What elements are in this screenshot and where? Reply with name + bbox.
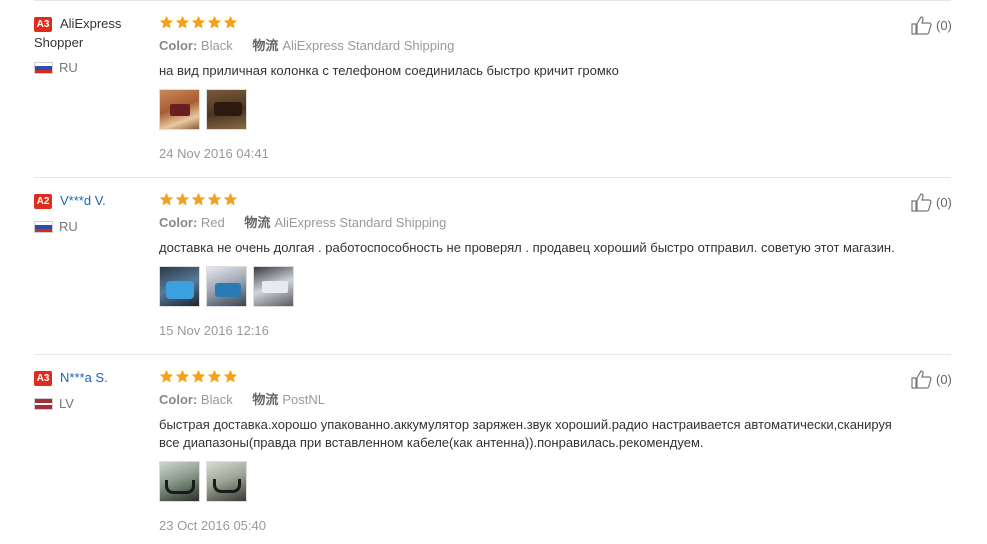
star-icon	[223, 15, 238, 29]
latvia-flag-icon	[34, 398, 53, 410]
star-icon	[223, 192, 238, 206]
russia-flag-icon	[34, 62, 53, 74]
color-label: Color:	[159, 215, 198, 230]
review-date: 24 Nov 2016 04:41	[159, 146, 269, 161]
review-photo-thumbnail[interactable]	[159, 266, 200, 307]
review-photo-thumbnail[interactable]	[253, 266, 294, 307]
order-info: Color: Red 物流 AliExpress Standard Shippin…	[159, 215, 446, 231]
review-photo-thumbnail[interactable]	[206, 266, 247, 307]
thumbs-up-icon[interactable]	[911, 15, 933, 35]
order-info: Color: Black 物流 AliExpress Standard Shipp…	[159, 38, 454, 54]
star-icon	[159, 369, 174, 383]
star-icon	[191, 192, 206, 206]
buyer-name-continued: Shopper	[34, 35, 84, 50]
buyer-country: RU	[59, 219, 78, 234]
review-photo-thumbnail[interactable]	[159, 461, 200, 502]
review-photo-thumbnail[interactable]	[206, 461, 247, 502]
star-icon	[207, 15, 222, 29]
logistics-label: 物流	[252, 392, 279, 407]
buyer-level-badge: A3	[34, 371, 52, 386]
buyer-country: RU	[59, 60, 78, 75]
logistics-value: AliExpress Standard Shipping	[274, 215, 447, 230]
star-icon	[159, 15, 174, 29]
color-value: Black	[200, 38, 233, 53]
star-icon	[191, 15, 206, 29]
review-text: на вид приличная колонка с телефоном сое…	[159, 63, 619, 78]
buyer-level-badge: A3	[34, 17, 52, 32]
review-photos	[159, 266, 294, 307]
thumbs-up-icon[interactable]	[911, 369, 933, 389]
review-text-line: все диапазоны(правда при вставленном каб…	[159, 435, 704, 450]
color-label: Color:	[159, 38, 198, 53]
star-icon	[191, 369, 206, 383]
star-icon	[223, 369, 238, 383]
star-rating	[159, 192, 238, 210]
review-photo-thumbnail[interactable]	[206, 89, 247, 130]
buyer-name: AliExpress	[60, 16, 122, 31]
logistics-label: 物流	[244, 215, 271, 230]
buyer-name-link[interactable]: V***d V.	[60, 192, 106, 210]
helpful-count: (0)	[936, 194, 952, 210]
logistics-label: 物流	[252, 38, 279, 53]
star-rating	[159, 369, 238, 387]
review-date: 15 Nov 2016 12:16	[159, 323, 269, 338]
divider	[34, 177, 951, 178]
review-photos	[159, 89, 247, 130]
star-icon	[207, 369, 222, 383]
star-icon	[207, 192, 222, 206]
color-label: Color:	[159, 392, 198, 407]
buyer-name-link[interactable]: N***a S.	[60, 369, 108, 387]
divider	[34, 0, 951, 1]
helpful-vote[interactable]: (0)	[911, 369, 952, 389]
thumbs-up-icon[interactable]	[911, 192, 933, 212]
star-rating	[159, 15, 238, 33]
star-icon	[175, 369, 190, 383]
helpful-count: (0)	[936, 17, 952, 33]
order-info: Color: Black 物流 PostNL	[159, 392, 325, 408]
review-text: доставка не очень долгая . работоспособн…	[159, 240, 895, 255]
star-icon	[175, 192, 190, 206]
helpful-vote[interactable]: (0)	[911, 15, 952, 35]
russia-flag-icon	[34, 221, 53, 233]
logistics-value: PostNL	[282, 392, 325, 407]
buyer-country: LV	[59, 396, 74, 411]
review-date: 23 Oct 2016 05:40	[159, 518, 266, 533]
helpful-vote[interactable]: (0)	[911, 192, 952, 212]
buyer-level-badge: A2	[34, 194, 52, 209]
helpful-count: (0)	[936, 371, 952, 387]
star-icon	[159, 192, 174, 206]
color-value: Black	[200, 392, 233, 407]
color-value: Red	[200, 215, 225, 230]
review-photos	[159, 461, 247, 502]
star-icon	[175, 15, 190, 29]
review-photo-thumbnail[interactable]	[159, 89, 200, 130]
divider	[34, 354, 951, 355]
review-text-line: быстрая доставка.хорошо упакованно.аккум…	[159, 417, 892, 432]
logistics-value: AliExpress Standard Shipping	[282, 38, 455, 53]
